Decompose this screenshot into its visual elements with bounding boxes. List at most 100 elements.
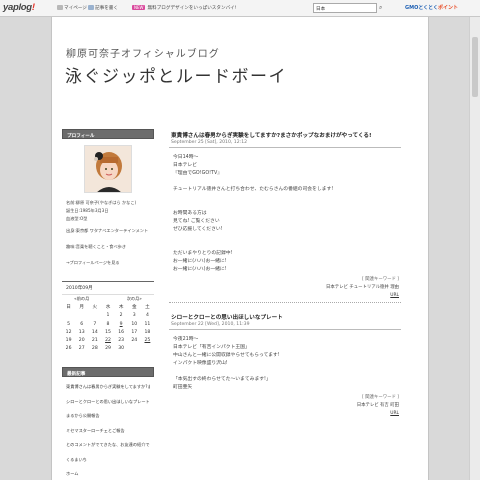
calendar-day: 19 bbox=[65, 338, 72, 344]
calendar-day-link[interactable]: 25 bbox=[141, 336, 154, 344]
entry-line: 今夜21時〜 bbox=[173, 337, 199, 342]
calendar-day bbox=[88, 312, 101, 320]
entry-title[interactable]: シローとクローとの思い出ほしいなプレート bbox=[169, 311, 401, 321]
entry-url-link[interactable]: URL bbox=[171, 292, 399, 300]
recent-posts-widget: 最新記事 東貴博さんは春男からぎ実験をしてますか?まさかポップなおまけがやってく… bbox=[62, 367, 154, 479]
calendar-day: 24 bbox=[131, 338, 138, 344]
entry-line bbox=[173, 202, 397, 210]
recent-post-link[interactable]: ホーム bbox=[66, 470, 150, 479]
profile-birthday: 誕生日:1985年3月3日 bbox=[66, 208, 109, 213]
scrollbar-thumb[interactable] bbox=[472, 37, 478, 97]
calendar-day: 1 bbox=[106, 313, 110, 319]
entry-line: 中山さんと一緒に公開収録やらせてもらってます! bbox=[173, 353, 280, 358]
calendar-day: 4 bbox=[145, 313, 149, 319]
blog-entry: 東貴博さんは春男からぎ実験をしてますか?まさかポップなおまけがやってくる! Se… bbox=[169, 129, 401, 303]
recent-post-link[interactable]: 東貴博さんは春男からぎ実験をしてますか?まさかポップなおまけがやってくる! bbox=[66, 383, 150, 392]
blog-page: 柳原可奈子オフィシャルブログ 泳ぐジッポとルードボーイ プロフィール 名前:柳原… bbox=[51, 17, 429, 480]
my-page-link[interactable]: マイページ bbox=[57, 5, 87, 11]
calendar-day bbox=[62, 312, 75, 320]
keywords-links[interactable]: 日本テレビ 有吉 町田 bbox=[171, 402, 399, 410]
main-content: 東貴博さんは春男からぎ実験をしてますか?まさかポップなおまけがやってくる! Se… bbox=[169, 129, 401, 418]
search-icon[interactable]: ⌕ bbox=[379, 4, 387, 12]
calendar-day bbox=[141, 345, 154, 353]
weekday: 木 bbox=[118, 305, 124, 311]
entry-line: お一緒に(ハハ)お一緒に! bbox=[173, 259, 227, 264]
calendar-day: 16 bbox=[118, 329, 125, 335]
calendar-day: 2 bbox=[119, 313, 123, 319]
yaplog-logo[interactable]: yaplog! bbox=[3, 2, 35, 13]
page-scrollbar[interactable] bbox=[469, 17, 480, 480]
entry-line: 日本テレビ bbox=[173, 163, 197, 168]
blog-header: 柳原可奈子オフィシャルブログ 泳ぐジッポとルードボーイ bbox=[52, 17, 428, 129]
gmo-points-link[interactable]: GMOとくとくポイント bbox=[405, 4, 458, 11]
calendar-day: 10 bbox=[131, 321, 138, 327]
entry-body: 今夜21時〜 日本テレビ「有吉インパクト王国」 中山さんと一緒に公開収録やらせて… bbox=[169, 330, 401, 392]
profile-page-link[interactable]: →プロフィールページを見る bbox=[62, 259, 154, 267]
blog-entry: シローとクローとの思い出ほしいなプレート September 22 [Wed],… bbox=[169, 311, 401, 418]
calendar-day: 8 bbox=[106, 321, 110, 327]
weekday: 月 bbox=[79, 305, 85, 311]
calendar-day: 5 bbox=[67, 321, 71, 327]
calendar-day: 28 bbox=[91, 346, 98, 352]
profile-heading: プロフィール bbox=[62, 129, 154, 139]
recent-post-link[interactable]: ミセマスターローチェとご報告 bbox=[66, 427, 150, 436]
entry-body: 今日14時〜 日本テレビ 『理由でGO!GO!TV』 チュートリアル徳井さんと打… bbox=[169, 148, 401, 274]
calendar-prev-link[interactable]: «前の月 bbox=[62, 295, 101, 303]
weekday: 水 bbox=[105, 305, 111, 311]
profile-blood-type: 血液型:O型 bbox=[66, 216, 88, 221]
home-icon bbox=[57, 5, 63, 10]
entry-line bbox=[173, 242, 397, 250]
entry-line bbox=[173, 178, 397, 186]
entry-keywords: [ 関連キーワード ] 日本テレビ チュートリアル徳井 理由 URL bbox=[169, 274, 401, 300]
calendar-day-link[interactable]: 22 bbox=[101, 336, 114, 344]
keywords-links[interactable]: 日本テレビ チュートリアル徳井 理由 bbox=[171, 284, 399, 292]
calendar-day: 11 bbox=[144, 321, 151, 327]
calendar-title: 2010年09月 bbox=[62, 281, 154, 295]
calendar-day: 21 bbox=[91, 338, 98, 344]
profile-photo[interactable] bbox=[84, 145, 132, 193]
new-badge: NEW bbox=[132, 5, 146, 10]
entry-line bbox=[173, 194, 397, 202]
recent-post-link[interactable]: シローとクローとの思い出ほしいなプレート bbox=[66, 398, 150, 407]
entry-title[interactable]: 東貴博さんは春男からぎ実験をしてますか?まさかポップなおまけがやってくる! bbox=[169, 129, 401, 139]
entry-line: ただいまやりとりの記録中! bbox=[173, 251, 233, 256]
entry-line: チュートリアル徳井さんと打ち合わせ、たむらさんの番組の司会をします! bbox=[173, 187, 334, 192]
calendar-day: 17 bbox=[131, 329, 138, 335]
calendar-day: 15 bbox=[105, 329, 111, 335]
keywords-label: [ 関連キーワード ] bbox=[362, 277, 399, 282]
recent-post-link[interactable]: まるから公開報告 bbox=[66, 412, 150, 421]
calendar-day: 20 bbox=[78, 338, 85, 344]
calendar-next-link[interactable]: 次の月» bbox=[115, 295, 154, 303]
entry-line: お一緒に(ハハ)お一緒に! bbox=[173, 267, 227, 272]
entry-line: 日本テレビ「有吉インパクト王国」 bbox=[173, 345, 250, 350]
calendar-day-link[interactable]: 9 bbox=[115, 320, 128, 328]
entry-date: September 25 [Sat], 2010, 12:12 bbox=[169, 139, 401, 148]
weekday: 火 bbox=[92, 305, 98, 311]
entry-url-link[interactable]: URL bbox=[171, 410, 399, 418]
entry-line bbox=[173, 368, 397, 376]
design-ad-link[interactable]: NEW 無料ブログデザインをいっぱいスタンバイ! bbox=[132, 5, 237, 11]
entry-line: ぜひ応援してください! bbox=[173, 227, 223, 232]
entry-line: 「本気出すの終わらせてた〜いまてみます!」 bbox=[173, 377, 271, 382]
recent-posts-heading: 最新記事 bbox=[62, 367, 154, 378]
recent-post-link[interactable]: くるまいち bbox=[66, 456, 150, 465]
weekday: 土 bbox=[145, 305, 150, 311]
entry-divider bbox=[169, 302, 401, 303]
calendar-day: 3 bbox=[132, 313, 136, 319]
calendar-day: 30 bbox=[118, 346, 125, 352]
calendar-widget: 2010年09月 «前の月 次の月» 日 月 火 水 木 金 土 1 2 3 4… bbox=[62, 281, 154, 353]
calendar-day: 7 bbox=[93, 321, 97, 327]
calendar-table: «前の月 次の月» 日 月 火 水 木 金 土 1 2 3 4 5 6 7 8 … bbox=[62, 295, 154, 353]
weekday: 金 bbox=[131, 305, 137, 311]
blog-title[interactable]: 泳ぐジッポとルードボーイ bbox=[65, 62, 287, 87]
entry-line: 『理由でGO!GO!TV』 bbox=[173, 171, 223, 176]
entry-line: インパクト映像盛り沢山! bbox=[173, 361, 228, 366]
search-input[interactable]: 日本 bbox=[313, 3, 377, 13]
new-post-link[interactable]: 記事を書く bbox=[88, 5, 118, 11]
recent-post-link[interactable]: とのコメントがでてきたな、お友達の紹介です bbox=[66, 441, 150, 450]
calendar-day bbox=[75, 312, 88, 320]
calendar-day: 27 bbox=[78, 346, 85, 352]
profile-origin: 出身:東京都 ワタナベエンターテインメント bbox=[66, 228, 149, 233]
pencil-icon bbox=[88, 5, 94, 10]
calendar-day: 26 bbox=[65, 346, 72, 352]
